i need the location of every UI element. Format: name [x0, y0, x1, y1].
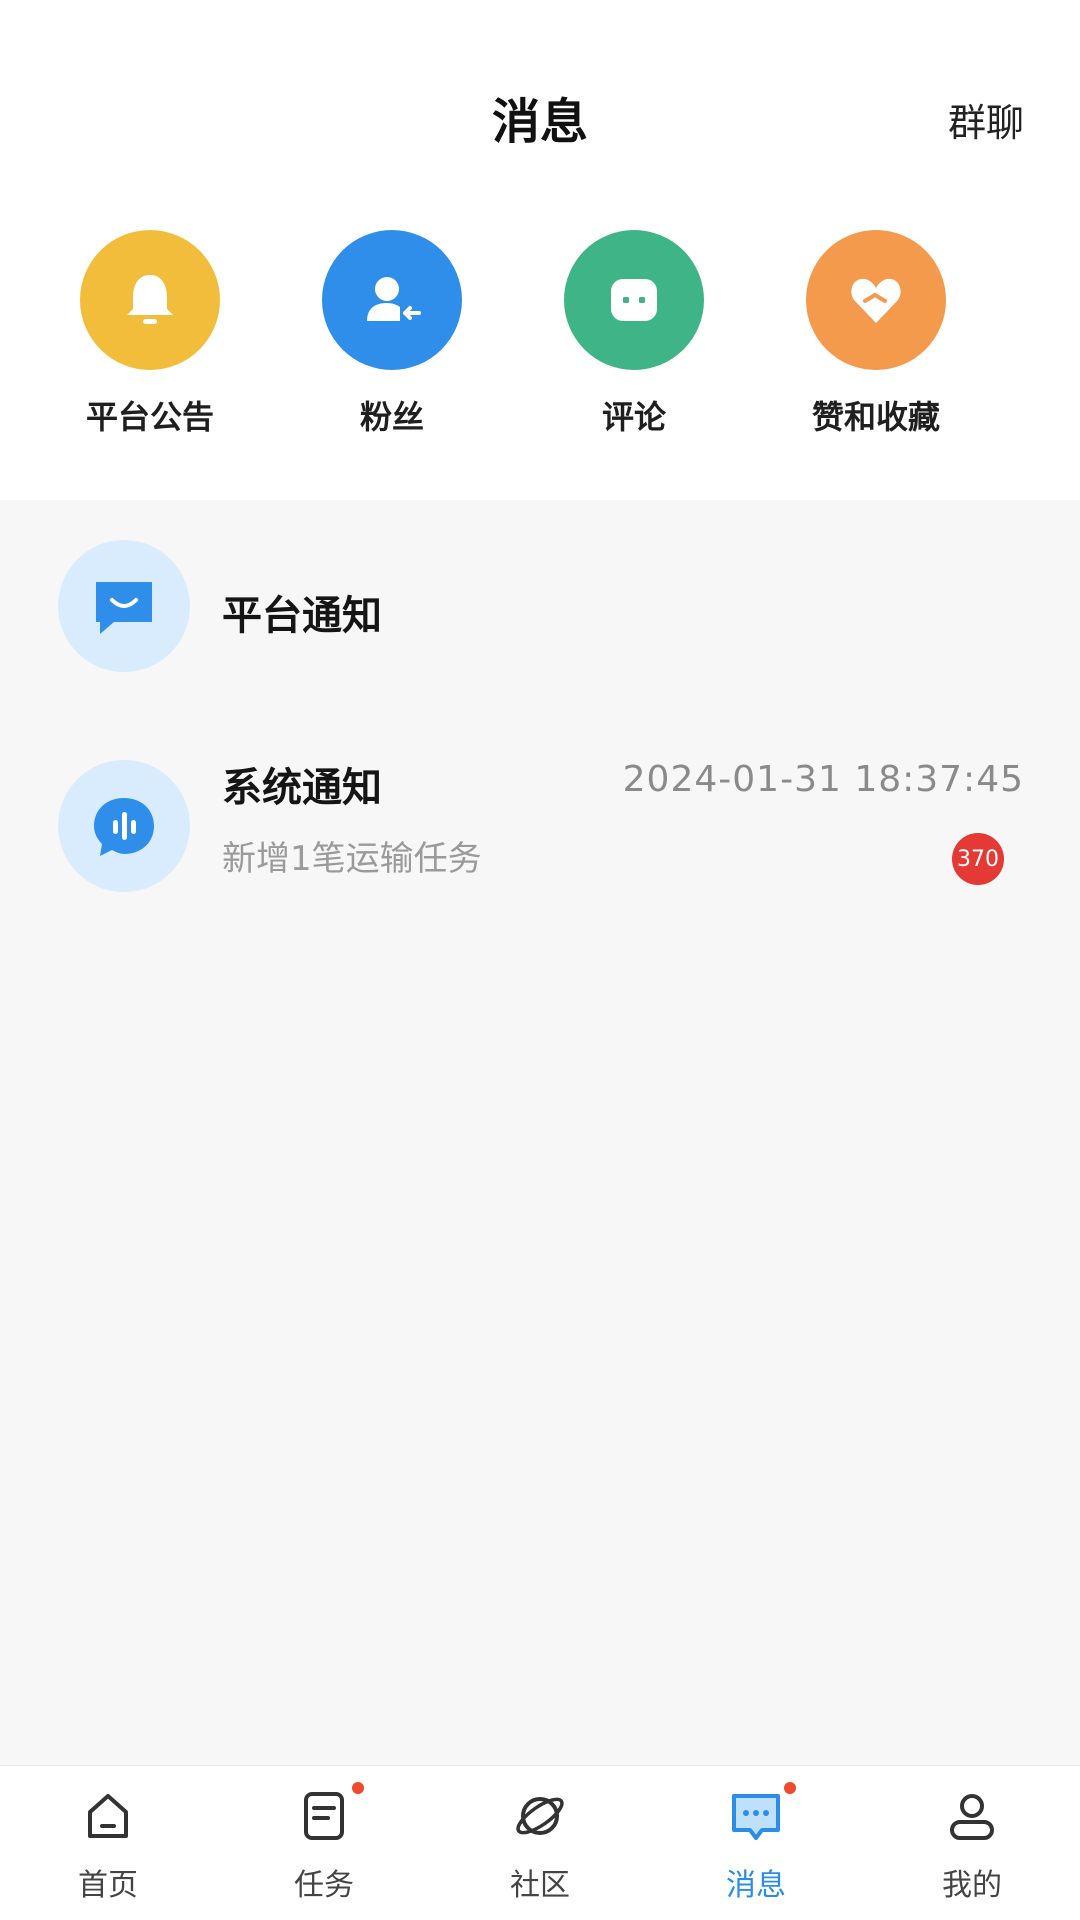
- bottom-nav: 首页 任务 社区 消息 我的: [0, 1765, 1080, 1920]
- page-title: 消息: [491, 94, 588, 150]
- tab-label: 首页: [78, 1868, 138, 1903]
- comment-icon: [564, 230, 704, 370]
- tab-community[interactable]: 社区: [432, 1786, 648, 1904]
- heart-icon: [806, 230, 946, 370]
- planet-icon: [510, 1786, 570, 1846]
- tab-messages[interactable]: 消息: [648, 1782, 864, 1904]
- notification-dot: [784, 1782, 796, 1794]
- message-icon: [726, 1782, 796, 1846]
- message-time: 2024-01-31 18:37:45: [622, 759, 1024, 800]
- bell-icon: [80, 230, 220, 370]
- unread-badge: 370: [952, 833, 1004, 885]
- quick-action-label: 平台公告: [85, 398, 214, 436]
- tab-label: 社区: [510, 1868, 570, 1903]
- tab-label: 消息: [726, 1868, 786, 1903]
- user-add-icon: [322, 230, 462, 370]
- quick-action-comments[interactable]: 评论: [524, 230, 744, 438]
- message-title: 平台通知: [222, 593, 382, 639]
- message-list: 平台通知 系统通知 2024-01-31 18:37:45 新增1笔运输任务 3…: [0, 500, 1080, 1765]
- message-subtitle: 新增1笔运输任务: [222, 839, 482, 879]
- quick-action-likes[interactable]: 赞和收藏: [766, 230, 986, 438]
- quick-action-label: 粉丝: [359, 398, 424, 436]
- list-item-platform-notice[interactable]: 平台通知: [0, 535, 1080, 725]
- tab-home[interactable]: 首页: [0, 1786, 216, 1904]
- group-chat-button[interactable]: 群聊: [948, 92, 1024, 147]
- messages-page: 消息 群聊 平台公告 粉丝 评论 赞和收藏 平台通知 系统通知 2024-01-…: [0, 0, 1080, 1920]
- quick-actions: 平台公告 粉丝 评论 赞和收藏: [0, 210, 1080, 500]
- quick-action-fans[interactable]: 粉丝: [282, 230, 502, 438]
- tab-profile[interactable]: 我的: [864, 1786, 1080, 1904]
- message-title: 系统通知: [222, 765, 382, 811]
- notification-dot: [352, 1782, 364, 1794]
- quick-action-label: 评论: [601, 398, 666, 436]
- chat-smile-icon: [58, 540, 190, 672]
- voice-message-icon: [58, 760, 190, 892]
- home-icon: [78, 1786, 138, 1846]
- tab-tasks[interactable]: 任务: [216, 1782, 432, 1904]
- quick-action-label: 赞和收藏: [811, 398, 940, 436]
- header: 消息 群聊: [0, 0, 1080, 210]
- list-item-system-notice[interactable]: 系统通知 2024-01-31 18:37:45 新增1笔运输任务 370: [0, 755, 1080, 945]
- quick-action-announcement[interactable]: 平台公告: [40, 230, 260, 438]
- tab-label: 我的: [942, 1868, 1002, 1903]
- tab-label: 任务: [294, 1868, 354, 1903]
- profile-icon: [942, 1786, 1002, 1846]
- task-icon: [294, 1782, 364, 1846]
